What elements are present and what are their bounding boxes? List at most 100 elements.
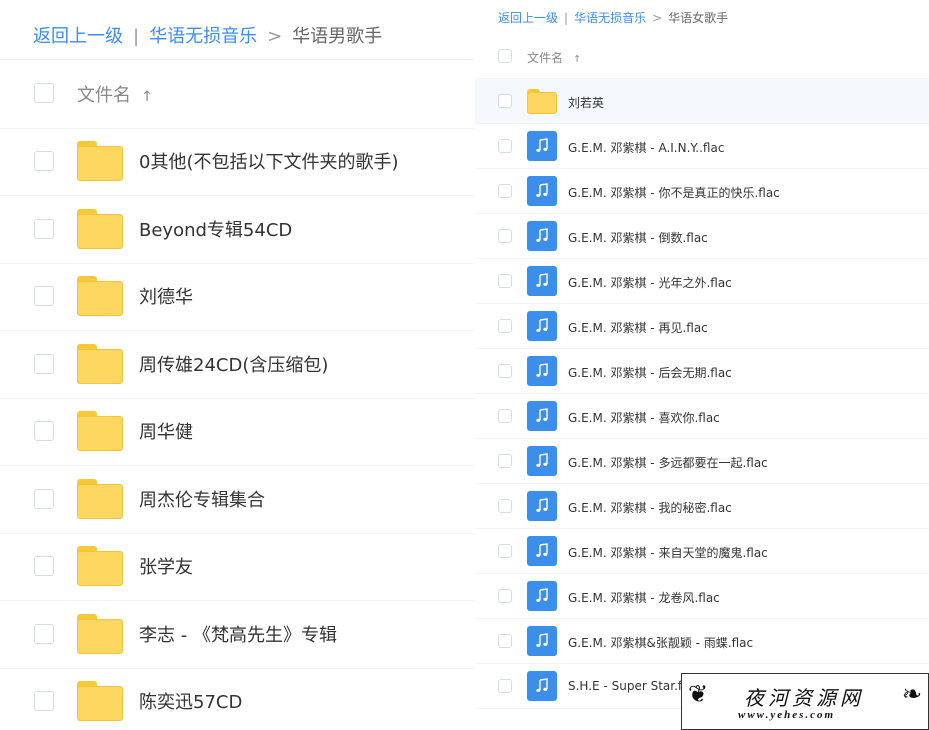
row-checkbox[interactable] [498, 319, 512, 333]
file-row[interactable]: 刘若英 [475, 79, 929, 124]
breadcrumb-arrow: > [652, 11, 663, 25]
file-name[interactable]: 刘德华 [139, 283, 193, 309]
music-file-icon [527, 131, 557, 161]
file-row[interactable]: G.E.M. 邓紫棋 - 龙卷风.flac [475, 574, 929, 619]
music-file-icon [527, 581, 557, 611]
folder-icon [77, 343, 123, 384]
select-all-checkbox[interactable] [34, 83, 54, 103]
filename-column-header[interactable]: 文件名 ↑ [527, 49, 581, 66]
file-row[interactable]: 周传雄24CD(含压缩包) [0, 331, 474, 399]
file-row[interactable]: 刘德华 [0, 263, 474, 331]
file-name[interactable]: G.E.M. 邓紫棋 - 喜欢你.flac [568, 409, 720, 426]
row-checkbox[interactable] [498, 184, 512, 198]
music-file-icon [527, 266, 557, 296]
music-file-icon [527, 491, 557, 521]
row-checkbox[interactable] [498, 589, 512, 603]
file-row[interactable]: G.E.M. 邓紫棋 - 多远都要在一起.flac [475, 439, 929, 484]
file-name[interactable]: 周华健 [139, 418, 193, 444]
breadcrumb-arrow: > [267, 26, 283, 47]
breadcrumb-parent-link[interactable]: 华语无损音乐 [574, 11, 646, 25]
row-checkbox[interactable] [34, 218, 54, 239]
file-name[interactable]: 李志 - 《梵高先生》专辑 [139, 621, 337, 647]
file-name[interactable]: G.E.M. 邓紫棋&张靓颖 - 雨蝶.flac [568, 634, 753, 651]
back-link[interactable]: 返回上一级 [498, 11, 558, 25]
row-checkbox[interactable] [498, 634, 512, 648]
breadcrumb-separator: | [133, 26, 140, 47]
row-checkbox[interactable] [34, 353, 54, 374]
row-checkbox[interactable] [498, 229, 512, 243]
row-checkbox[interactable] [498, 274, 512, 288]
file-name[interactable]: G.E.M. 邓紫棋 - 再见.flac [568, 319, 708, 336]
watermark-url: www.yehes.com [738, 709, 836, 721]
file-name[interactable]: 周杰伦专辑集合 [139, 486, 265, 512]
watermark-logo: ❦ ❧ 夜河资源网 www.yehes.com [681, 673, 929, 730]
file-name[interactable]: G.E.M. 邓紫棋 - 你不是真正的快乐.flac [568, 184, 780, 201]
left-file-panel: 返回上一级 | 华语无损音乐 > 华语男歌手 文件名 ↑ 0其他(不包括以下文件夹的歌手)… [0, 0, 474, 730]
file-name[interactable]: G.E.M. 邓紫棋 - 龙卷风.flac [568, 589, 720, 606]
row-checkbox[interactable] [34, 151, 54, 171]
file-row[interactable]: G.E.M. 邓紫棋 - 光年之外.flac [475, 259, 929, 304]
file-row[interactable]: G.E.M. 邓紫棋 - 喜欢你.flac [475, 394, 929, 439]
file-row[interactable]: 陈奕迅57CD [0, 668, 474, 730]
music-file-icon [527, 446, 557, 476]
file-row[interactable]: G.E.M. 邓紫棋&张靓颖 - 雨蝶.flac [475, 619, 929, 664]
music-file-icon [527, 626, 557, 656]
file-row[interactable]: G.E.M. 邓紫棋 - 后会无期.flac [475, 349, 929, 394]
filename-column-header[interactable]: 文件名 ↑ [77, 81, 153, 107]
row-checkbox[interactable] [34, 556, 54, 576]
file-name[interactable]: 陈奕迅57CD [139, 688, 242, 714]
row-checkbox[interactable] [34, 623, 54, 644]
file-name[interactable]: Beyond专辑54CD [139, 216, 292, 242]
right-file-panel: 返回上一级 | 华语无损音乐 > 华语女歌手 文件名 ↑ 刘若英 G.E.M. 邓紫棋 - … [475, 0, 929, 710]
file-row[interactable]: 周杰伦专辑集合 [0, 466, 474, 534]
back-link[interactable]: 返回上一级 [33, 26, 123, 47]
music-file-icon [527, 671, 557, 701]
breadcrumb-parent-link[interactable]: 华语无损音乐 [149, 26, 257, 47]
file-row[interactable]: G.E.M. 邓紫棋 - 倒数.flac [475, 214, 929, 259]
music-file-icon [527, 311, 557, 341]
sort-asc-icon: ↑ [573, 54, 582, 65]
file-row[interactable]: G.E.M. 邓紫棋 - 来自天堂的魔鬼.flac [475, 529, 929, 574]
file-row[interactable]: G.E.M. 邓紫棋 - 我的秘密.flac [475, 484, 929, 529]
file-row[interactable]: Beyond专辑54CD [0, 196, 474, 264]
file-name[interactable]: G.E.M. 邓紫棋 - 光年之外.flac [568, 274, 732, 291]
row-checkbox[interactable] [34, 286, 54, 306]
file-name[interactable]: 刘若英 [568, 94, 604, 111]
row-checkbox[interactable] [498, 364, 512, 378]
file-name[interactable]: 张学友 [139, 553, 193, 579]
file-row[interactable]: 周华健 [0, 398, 474, 466]
file-name[interactable]: 周传雄24CD(含压缩包) [139, 351, 328, 377]
file-name[interactable]: G.E.M. 邓紫棋 - 来自天堂的魔鬼.flac [568, 544, 768, 561]
row-checkbox[interactable] [34, 488, 54, 509]
row-checkbox[interactable] [498, 139, 512, 153]
file-row[interactable]: G.E.M. 邓紫棋 - 再见.flac [475, 304, 929, 349]
file-row[interactable]: 张学友 [0, 533, 474, 601]
breadcrumb-current: 华语女歌手 [668, 11, 729, 25]
row-checkbox[interactable] [34, 421, 54, 441]
row-checkbox[interactable] [498, 409, 512, 423]
file-name[interactable]: G.E.M. 邓紫棋 - 多远都要在一起.flac [568, 454, 768, 471]
file-row[interactable]: 李志 - 《梵高先生》专辑 [0, 601, 474, 669]
filename-column-label: 文件名 [77, 85, 131, 106]
select-all-checkbox[interactable] [498, 49, 512, 63]
row-checkbox[interactable] [498, 679, 512, 693]
breadcrumb: 返回上一级 | 华语无损音乐 > 华语女歌手 [498, 9, 728, 26]
row-checkbox[interactable] [498, 544, 512, 558]
file-row[interactable]: G.E.M. 邓紫棋 - 你不是真正的快乐.flac [475, 169, 929, 214]
row-checkbox[interactable] [498, 94, 512, 108]
file-name[interactable]: G.E.M. 邓紫棋 - 我的秘密.flac [568, 499, 732, 516]
file-name[interactable]: G.E.M. 邓紫棋 - A.I.N.Y..flac [568, 139, 724, 156]
file-row[interactable]: G.E.M. 邓紫棋 - A.I.N.Y..flac [475, 124, 929, 169]
folder-icon [77, 276, 123, 316]
row-checkbox[interactable] [498, 499, 512, 513]
sort-asc-icon: ↑ [141, 89, 154, 105]
row-checkbox[interactable] [34, 691, 54, 711]
file-name[interactable]: G.E.M. 邓紫棋 - 后会无期.flac [568, 364, 732, 381]
row-checkbox[interactable] [498, 454, 512, 468]
music-file-icon [527, 356, 557, 386]
file-name[interactable]: 0其他(不包括以下文件夹的歌手) [139, 148, 399, 174]
folder-icon [77, 141, 123, 181]
file-name[interactable]: S.H.E - Super Star.flac [568, 679, 699, 693]
file-row[interactable]: 0其他(不包括以下文件夹的歌手) [0, 128, 474, 196]
file-name[interactable]: G.E.M. 邓紫棋 - 倒数.flac [568, 229, 708, 246]
